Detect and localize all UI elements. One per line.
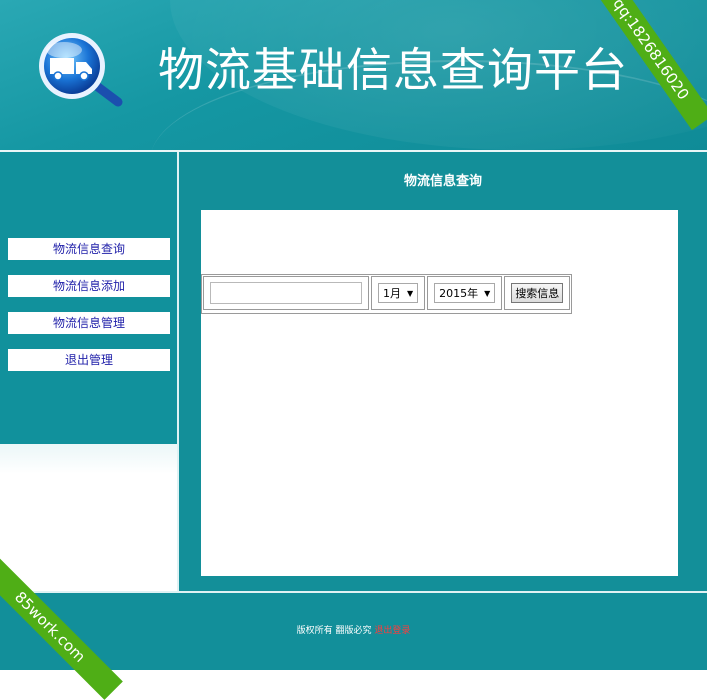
- sidebar: 物流信息查询 物流信息添加 物流信息管理 退出管理: [0, 152, 177, 444]
- sidebar-item-query[interactable]: 物流信息查询: [8, 238, 170, 260]
- chevron-down-icon: ▼: [407, 288, 414, 298]
- site-title: 物流基础信息查询平台: [158, 43, 628, 97]
- sidebar-item-add[interactable]: 物流信息添加: [8, 275, 170, 297]
- sidebar-fade: [0, 444, 177, 474]
- month-select-value: 1月: [383, 287, 401, 300]
- search-button[interactable]: 搜索信息: [511, 283, 564, 303]
- sidebar-item-manage[interactable]: 物流信息管理: [8, 312, 170, 334]
- chevron-down-icon: ▼: [484, 288, 491, 298]
- truck-magnifier-logo-icon: [39, 33, 123, 107]
- search-input-cell: [203, 276, 369, 310]
- month-select[interactable]: 1月 ▼: [378, 283, 419, 303]
- content-panel: 1月 ▼ 2015年 ▼ 搜索信息: [201, 210, 678, 576]
- year-select-value: 2015年: [439, 287, 479, 300]
- footer-text-row: 版权所有 翻版必究 退出登录: [0, 623, 707, 636]
- copyright-text: 版权所有 翻版必究: [296, 626, 372, 636]
- search-input[interactable]: [210, 282, 362, 304]
- year-select-cell: 2015年 ▼: [427, 276, 503, 310]
- month-select-cell: 1月 ▼: [371, 276, 426, 310]
- main-content: 物流信息查询 1月 ▼ 2015年 ▼ 搜索信息: [179, 152, 707, 592]
- year-select[interactable]: 2015年 ▼: [434, 283, 496, 303]
- logout-link[interactable]: 退出登录: [374, 626, 410, 636]
- header-banner: 物流基础信息查询平台: [0, 0, 707, 150]
- search-form: 1月 ▼ 2015年 ▼ 搜索信息: [201, 274, 573, 314]
- page-title: 物流信息查询: [403, 174, 482, 189]
- footer: 版权所有 翻版必究 退出登录: [0, 593, 707, 670]
- search-button-cell: 搜索信息: [504, 276, 571, 310]
- sidebar-item-logout[interactable]: 退出管理: [8, 349, 170, 371]
